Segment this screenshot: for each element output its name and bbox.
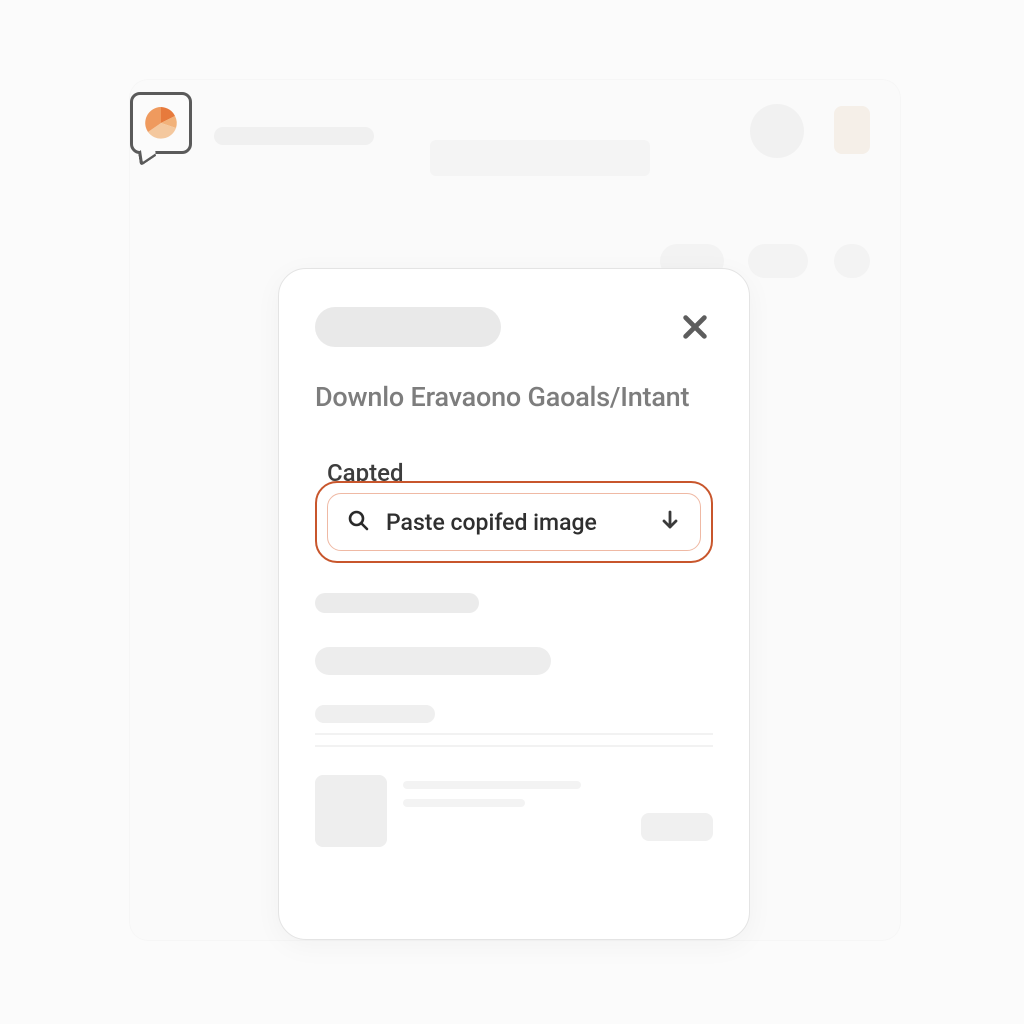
skeleton-line <box>403 799 525 807</box>
skeleton-line <box>315 593 479 613</box>
thumbnail-skeleton <box>315 775 387 847</box>
app-logo <box>130 92 192 154</box>
modal-heading: Downlo Eravaono Gaoals/Intant <box>315 381 713 413</box>
search-icon <box>346 508 370 536</box>
bg-avatar-skeleton <box>750 104 804 158</box>
arrow-down-icon <box>658 508 682 536</box>
action-button-skeleton <box>641 813 713 841</box>
skeleton-line <box>403 781 581 789</box>
bg-pill-skeleton <box>748 244 808 278</box>
close-button[interactable] <box>677 309 713 345</box>
close-icon <box>679 311 711 343</box>
bg-tab-skeleton <box>430 140 650 176</box>
bg-right-icon-skeleton <box>834 106 870 154</box>
list-item-skeleton <box>315 775 713 847</box>
paste-image-field-highlight: Paste copifed image <box>315 481 713 563</box>
pie-chart-icon <box>141 103 181 143</box>
paste-image-field[interactable]: Paste copifed image <box>327 493 701 551</box>
skeleton-line <box>315 705 435 723</box>
bg-title-skeleton <box>214 127 374 145</box>
divider <box>315 733 713 735</box>
divider <box>315 745 713 747</box>
bg-pill-skeleton <box>834 244 870 278</box>
modal-title-skeleton <box>315 307 501 347</box>
paste-image-placeholder: Paste copifed image <box>386 509 642 536</box>
skeleton-line <box>315 647 551 675</box>
download-modal: Downlo Eravaono Gaoals/Intant Capted Pas… <box>278 268 750 940</box>
